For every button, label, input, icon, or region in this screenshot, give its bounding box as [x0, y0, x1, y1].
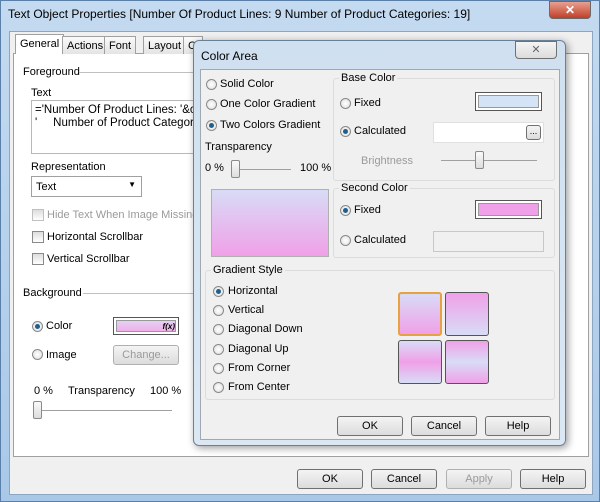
- two-colors-gradient-radio[interactable]: [206, 120, 217, 131]
- vertical-radio[interactable]: [213, 305, 224, 316]
- transparency-slider-track[interactable]: [35, 410, 172, 411]
- second-calculated-radio[interactable]: [340, 235, 351, 246]
- gradient-style-label: Gradient Style: [211, 264, 285, 276]
- brightness-label: Brightness: [361, 155, 413, 167]
- base-browse-button[interactable]: ...: [526, 125, 541, 140]
- image-label: Image: [46, 349, 77, 361]
- text-line: ='Number Of Product Lines: '&c: [35, 104, 196, 116]
- close-button[interactable]: ✕: [549, 1, 591, 19]
- diagonal-up-label: Diagonal Up: [228, 343, 289, 355]
- representation-label: Representation: [31, 161, 106, 173]
- second-calculated-label: Calculated: [354, 234, 406, 246]
- color-area-help-button[interactable]: Help: [485, 416, 551, 436]
- second-calculated-input[interactable]: [433, 231, 544, 252]
- color-area-ok-button[interactable]: OK: [337, 416, 403, 436]
- transparency-slider-thumb[interactable]: [231, 160, 240, 178]
- second-color-label: Second Color: [339, 182, 410, 194]
- color-area-title: Color Area: [201, 49, 258, 63]
- gradient-variant-3[interactable]: [398, 340, 442, 384]
- solid-color-label: Solid Color: [220, 78, 274, 90]
- text-expression-input[interactable]: ='Number Of Product Lines: '&c ' Number …: [31, 100, 201, 154]
- tab-actions[interactable]: Actions: [62, 36, 109, 54]
- apply-button[interactable]: Apply: [446, 469, 512, 489]
- color-label: Color: [46, 320, 73, 332]
- base-calculated-label: Calculated: [354, 125, 406, 137]
- fx-label: f(x): [116, 320, 176, 332]
- chevron-down-icon: ▼: [128, 180, 136, 189]
- one-color-gradient-label: One Color Gradient: [220, 98, 316, 110]
- foreground-label: Foreground: [23, 66, 80, 78]
- brightness-slider-track[interactable]: [441, 160, 537, 161]
- transparency-label: Transparency: [68, 385, 135, 397]
- base-fixed-radio[interactable]: [340, 98, 351, 109]
- color-area-cancel-button[interactable]: Cancel: [411, 416, 477, 436]
- transparency-max: 100 %: [300, 162, 332, 174]
- window-title: Text Object Properties [Number Of Produc…: [8, 7, 471, 21]
- gradient-preview: [211, 189, 329, 257]
- transparency-min: 0 %: [205, 162, 224, 174]
- hide-text-checkbox[interactable]: [32, 209, 44, 221]
- horizontal-label: Horizontal: [228, 285, 278, 297]
- from-corner-radio[interactable]: [213, 363, 224, 374]
- background-color-swatch[interactable]: f(x): [113, 317, 179, 335]
- vertical-scrollbar-label: Vertical Scrollbar: [47, 253, 130, 265]
- vertical-scrollbar-checkbox[interactable]: [32, 253, 44, 265]
- ok-button[interactable]: OK: [297, 469, 363, 489]
- transparency-min: 0 %: [34, 385, 53, 397]
- representation-select[interactable]: Text ▼: [31, 176, 142, 197]
- gradient-variant-2[interactable]: [445, 292, 489, 336]
- background-label: Background: [23, 287, 82, 299]
- tab-font[interactable]: Font: [104, 36, 137, 54]
- color-area-content: Solid Color One Color Gradient Two Color…: [200, 69, 560, 440]
- color-area-close-button[interactable]: ✕: [515, 41, 557, 59]
- hide-text-label: Hide Text When Image Missing: [47, 209, 199, 221]
- base-fixed-label: Fixed: [354, 97, 381, 109]
- diagonal-down-radio[interactable]: [213, 324, 224, 335]
- transparency-label: Transparency: [205, 141, 272, 153]
- horizontal-radio[interactable]: [213, 286, 224, 297]
- base-calculated-radio[interactable]: [340, 126, 351, 137]
- from-center-label: From Center: [228, 381, 290, 393]
- gradient-variant-1[interactable]: [398, 292, 442, 336]
- horizontal-scrollbar-checkbox[interactable]: [32, 231, 44, 243]
- text-line: ' Number of Product Categor: [35, 117, 194, 129]
- representation-value: Text: [36, 181, 57, 193]
- second-fixed-radio[interactable]: [340, 205, 351, 216]
- two-colors-gradient-label: Two Colors Gradient: [220, 119, 321, 131]
- change-image-button[interactable]: Change...: [113, 345, 179, 365]
- color-area-dialog: Color Area ✕ Solid Color One Color Gradi…: [193, 40, 566, 446]
- second-fixed-label: Fixed: [354, 204, 381, 216]
- base-color-swatch[interactable]: [475, 92, 542, 111]
- divider: [79, 72, 199, 73]
- diagonal-down-label: Diagonal Down: [228, 323, 303, 335]
- tab-layout[interactable]: Layout: [143, 36, 187, 54]
- transparency-slider-track[interactable]: [233, 169, 291, 170]
- base-color-label: Base Color: [339, 72, 398, 84]
- close-icon: ✕: [531, 44, 541, 56]
- transparency-max: 100 %: [150, 385, 182, 397]
- diagonal-up-radio[interactable]: [213, 344, 224, 355]
- gradient-variant-4[interactable]: [445, 340, 489, 384]
- brightness-slider-thumb[interactable]: [475, 151, 484, 169]
- from-corner-label: From Corner: [228, 362, 291, 374]
- tab-general[interactable]: General: [15, 34, 65, 54]
- text-label: Text: [31, 87, 52, 99]
- solid-color-radio[interactable]: [206, 79, 217, 90]
- divider: [83, 293, 199, 294]
- cancel-button[interactable]: Cancel: [371, 469, 437, 489]
- one-color-gradient-radio[interactable]: [206, 99, 217, 110]
- horizontal-scrollbar-label: Horizontal Scrollbar: [47, 231, 143, 243]
- image-radio[interactable]: [32, 349, 43, 360]
- close-icon: ✕: [564, 3, 576, 17]
- color-radio[interactable]: [32, 321, 43, 332]
- vertical-label: Vertical: [228, 304, 265, 316]
- help-button[interactable]: Help: [520, 469, 586, 489]
- second-color-swatch[interactable]: [475, 200, 542, 219]
- from-center-radio[interactable]: [213, 382, 224, 393]
- transparency-slider-thumb[interactable]: [33, 401, 42, 419]
